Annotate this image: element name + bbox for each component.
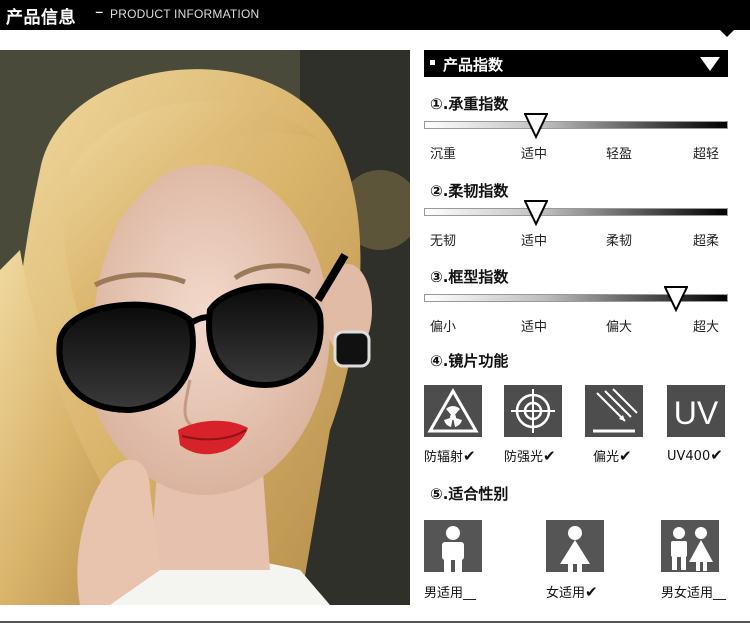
female-icon (560, 526, 590, 572)
feature-anti-radiation: 防辐射✔ (424, 385, 486, 465)
gender-title: ⑤.适合性别 (430, 485, 509, 503)
flexibility-index-title: ②.柔韧指数 (430, 182, 509, 200)
gender-label: 男适用__ (424, 582, 476, 601)
feature-label: 防辐射✔ (424, 446, 476, 465)
scale-label: 偏大 (606, 320, 633, 335)
slider-track (424, 121, 728, 129)
gender-mark: __ (463, 586, 477, 601)
flexibility-index-slider (424, 200, 728, 226)
gender-label-text: 男适用 (424, 586, 464, 601)
checkmark-icon: ✔ (710, 446, 723, 464)
feature-box: UV (667, 385, 725, 437)
gender-label-text: 女适用 (546, 586, 586, 601)
slider-thumb-icon (664, 286, 688, 312)
scale-label: 超大 (693, 320, 720, 335)
feature-label: UV400✔ (667, 446, 723, 464)
radiation-icon (427, 387, 479, 433)
gender-label-text: 男女适用 (661, 586, 714, 601)
gender-box (661, 520, 719, 572)
feature-anti-glare: 防强光✔ (504, 385, 566, 465)
feature-polarized: 偏光✔ (585, 385, 647, 465)
panel-heading-bar: 产品指数 (424, 50, 728, 77)
uv-icon-text: UV (674, 395, 719, 431)
feature-uv400: UV UV400✔ (667, 385, 729, 464)
frame-index-slider (424, 286, 728, 312)
uv-icon: UV (674, 395, 719, 431)
product-photo (0, 50, 410, 605)
lens-function-title: ④.镜片功能 (430, 352, 509, 370)
checkmark-icon: ✔ (463, 447, 476, 465)
feature-box (424, 385, 482, 437)
gender-mark: __ (713, 586, 727, 601)
feature-label: 防强光✔ (504, 446, 556, 465)
header-dash: – (95, 2, 104, 22)
model-wearing-sunglasses-illustration (0, 50, 410, 605)
gender-label: 女适用✔ (546, 582, 598, 601)
unisex-icon (671, 527, 713, 571)
header-title: 产品信息 (6, 8, 76, 28)
gender-box (424, 520, 482, 572)
header-notch-decoration (720, 30, 734, 37)
gender-box (546, 520, 604, 572)
gender-label: 男女适用__ (661, 582, 726, 601)
gender-male: 男适用__ (424, 520, 514, 601)
slider-thumb-icon (524, 113, 548, 139)
scale-label: 超轻 (693, 147, 720, 162)
slider-track (424, 208, 728, 216)
feature-label-text: 偏光 (593, 450, 620, 465)
feature-label-text: 防辐射 (424, 450, 464, 465)
scale-label: 无韧 (430, 234, 457, 249)
scale-label: 轻盈 (606, 147, 633, 162)
checkmark-icon: ✔ (619, 447, 632, 465)
checkmark-icon: ✔ (585, 583, 598, 601)
slider-thumb-icon (524, 200, 548, 226)
scale-label: 偏小 (430, 320, 457, 335)
crosshair-icon (511, 389, 555, 433)
header-subtitle: PRODUCT INFORMATION (110, 7, 260, 21)
scale-label: 柔韧 (606, 234, 633, 249)
checkmark-icon: ✔ (543, 447, 556, 465)
triangle-down-icon (700, 57, 720, 71)
scale-label: 沉重 (430, 147, 457, 162)
weight-index-title: ①.承重指数 (430, 95, 509, 113)
weight-index-slider (424, 113, 728, 139)
scale-label: 适中 (521, 320, 548, 335)
panel-heading: 产品指数 (443, 56, 504, 74)
bottom-divider (0, 621, 750, 623)
scale-label: 适中 (521, 147, 548, 162)
scale-label: 超柔 (693, 234, 720, 249)
frame-index-title: ③.框型指数 (430, 268, 509, 286)
scale-label: 适中 (521, 234, 548, 249)
feature-label-text: 防强光 (504, 450, 544, 465)
feature-box (504, 385, 562, 437)
header-bar: 产品信息 – PRODUCT INFORMATION (0, 0, 750, 30)
polarized-light-icon (593, 388, 638, 433)
feature-label-text: UV400 (667, 449, 711, 464)
bullet-square-icon (430, 60, 435, 65)
feature-label: 偏光✔ (593, 446, 632, 465)
feature-box (585, 385, 643, 437)
male-icon (442, 526, 464, 572)
gender-female: 女适用✔ (546, 520, 636, 601)
gender-unisex: 男女适用__ (661, 520, 750, 601)
